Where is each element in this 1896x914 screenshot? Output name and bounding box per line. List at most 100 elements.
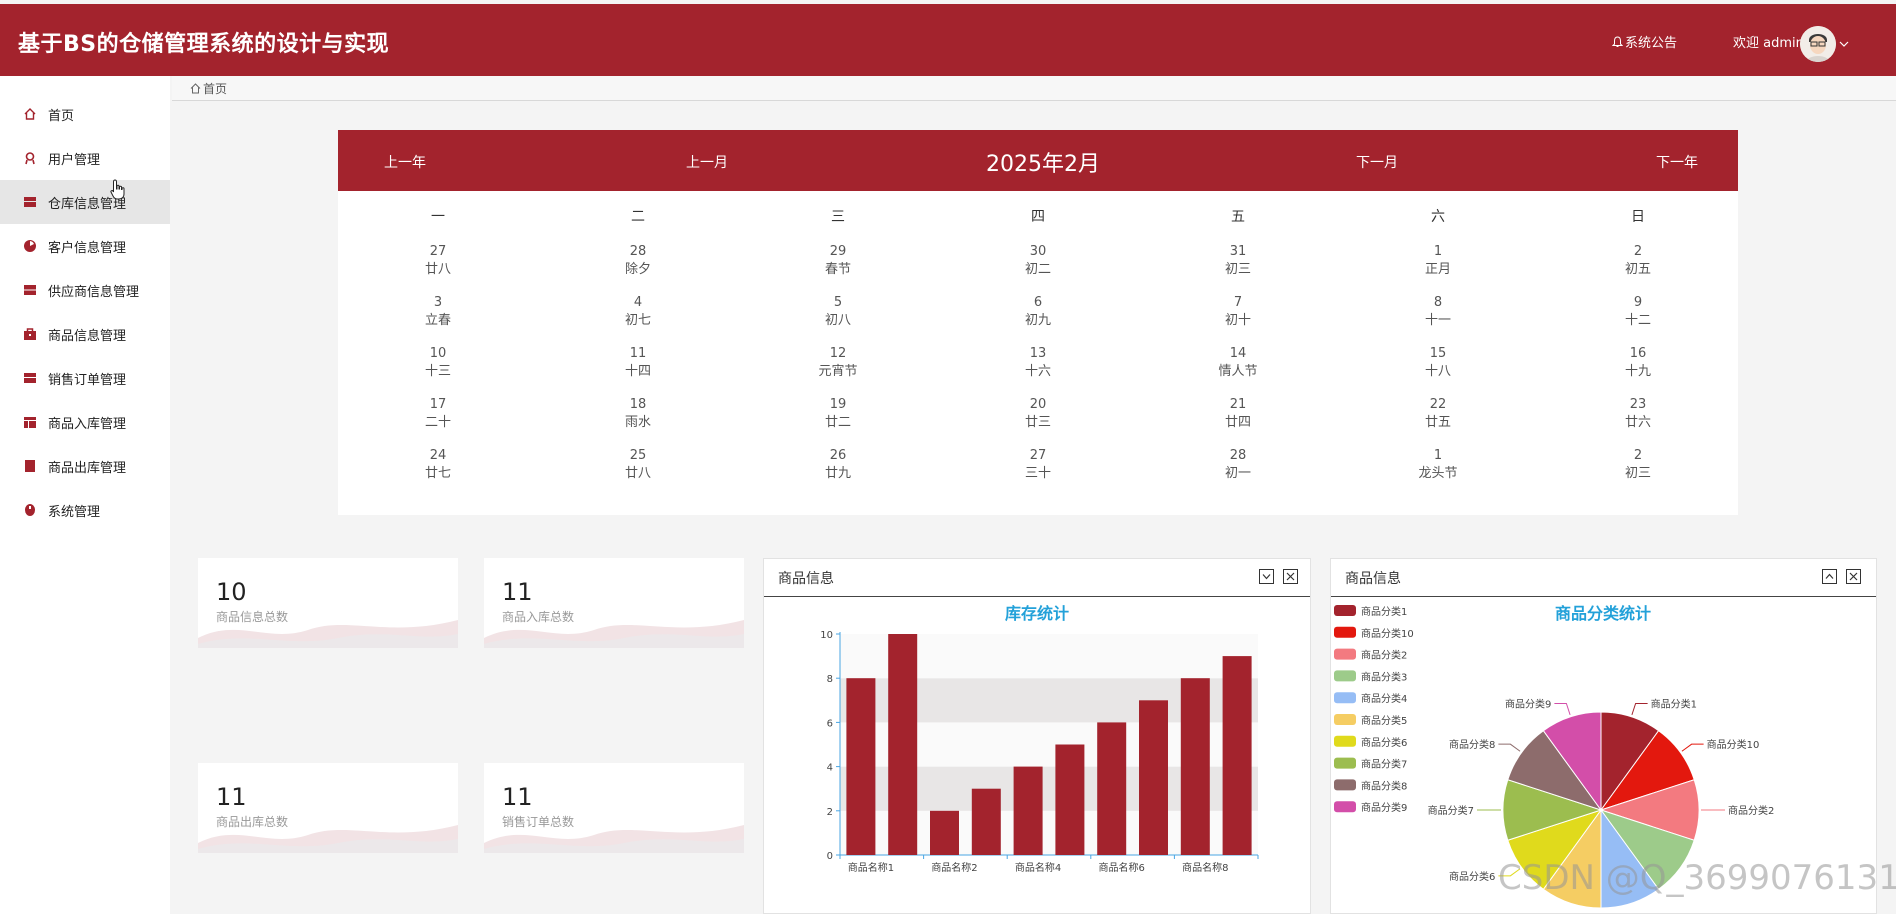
day-number: 13	[1029, 346, 1047, 361]
bar[interactable]	[1222, 656, 1252, 855]
calendar-day[interactable]: 16 十九	[1538, 345, 1738, 396]
legend-label[interactable]: 商品分类1	[1361, 605, 1407, 618]
expand-button[interactable]	[1822, 569, 1837, 584]
calendar-day[interactable]: 2 初五	[1538, 243, 1738, 294]
calendar-day[interactable]: 10 十三	[338, 345, 538, 396]
legend-swatch[interactable]	[1334, 648, 1356, 660]
y-tick-label: 2	[827, 807, 833, 818]
calendar-day[interactable]: 2 初三	[1538, 447, 1738, 498]
sidebar-item-outbound[interactable]: 商品出库管理	[0, 444, 170, 488]
calendar-day[interactable]: 30 初二	[938, 243, 1138, 294]
calendar-day[interactable]: 29 春节	[738, 243, 938, 294]
calendar-day[interactable]: 31 初三	[1138, 243, 1338, 294]
calendar-day[interactable]: 9 十二	[1538, 294, 1738, 345]
order-icon	[22, 370, 38, 386]
system-notice-link[interactable]: 系统公告	[1612, 32, 1677, 51]
calendar-day[interactable]: 11 十四	[538, 345, 738, 396]
calendar-day[interactable]: 20 廿三	[938, 396, 1138, 447]
calendar-day[interactable]: 3 立春	[338, 294, 538, 345]
lunar-date: 初三	[1624, 466, 1651, 481]
bar[interactable]	[1097, 722, 1127, 855]
calendar-day[interactable]: 19 廿二	[738, 396, 938, 447]
legend-label[interactable]: 商品分类5	[1361, 714, 1407, 727]
calendar-day[interactable]: 24 廿七	[338, 447, 538, 498]
welcome-text: 欢迎 admin	[1733, 36, 1804, 51]
calendar-day[interactable]: 14 情人节	[1138, 345, 1338, 396]
sidebar-item-sales-orders[interactable]: 销售订单管理	[0, 356, 170, 400]
calendar-title: 2025年2月	[986, 152, 1100, 177]
stat-label: 销售订单总数	[502, 815, 575, 829]
legend-label[interactable]: 商品分类4	[1361, 692, 1407, 705]
legend-label[interactable]: 商品分类10	[1361, 627, 1414, 640]
calendar-day[interactable]: 28 除夕	[538, 243, 738, 294]
bar[interactable]	[888, 634, 918, 855]
calendar-day[interactable]: 21 廿四	[1138, 396, 1338, 447]
bar[interactable]	[1013, 766, 1043, 855]
calendar-day[interactable]: 22 廿五	[1338, 396, 1538, 447]
calendar-day[interactable]: 5 初八	[738, 294, 938, 345]
legend-label[interactable]: 商品分类3	[1361, 670, 1407, 683]
calendar-day[interactable]: 26 廿九	[738, 447, 938, 498]
bar[interactable]	[971, 788, 1001, 855]
calendar-day[interactable]: 6 初九	[938, 294, 1138, 345]
sidebar-item-customers[interactable]: 客户信息管理	[0, 224, 170, 268]
stat-value: 10	[216, 578, 247, 606]
sidebar-item-products[interactable]: 商品信息管理	[0, 312, 170, 356]
bar[interactable]	[1055, 744, 1085, 856]
calendar-day[interactable]: 1 龙头节	[1338, 447, 1538, 498]
calendar-day[interactable]: 27 廿八	[338, 243, 538, 294]
legend-swatch[interactable]	[1334, 735, 1356, 747]
legend-label[interactable]: 商品分类7	[1361, 758, 1407, 771]
legend-swatch[interactable]	[1334, 714, 1356, 725]
legend-swatch[interactable]	[1334, 692, 1356, 704]
stat-label: 商品出库总数	[216, 815, 289, 829]
legend-swatch[interactable]	[1334, 801, 1356, 813]
calendar-day[interactable]: 7 初十	[1138, 294, 1338, 345]
legend-label[interactable]: 商品分类9	[1361, 801, 1407, 814]
prev-year-button[interactable]: 上一年	[384, 152, 426, 172]
sidebar-item-label: 系统管理	[48, 504, 101, 520]
app-title: 基于BS的仓储管理系统的设计与实现	[18, 32, 390, 57]
calendar-day[interactable]: 8 十一	[1338, 294, 1538, 345]
legend-swatch[interactable]	[1334, 757, 1356, 769]
chevron-down-icon[interactable]	[1839, 37, 1849, 51]
bar[interactable]	[1180, 678, 1210, 855]
sidebar-item-suppliers[interactable]: 供应商信息管理	[0, 268, 170, 312]
calendar-day[interactable]: 15 十八	[1338, 345, 1538, 396]
legend-swatch[interactable]	[1334, 626, 1356, 638]
next-month-button[interactable]: 下一月	[1356, 152, 1398, 172]
breadcrumb-home[interactable]: 首页	[203, 80, 227, 97]
sidebar-item-users[interactable]: 用户管理	[0, 136, 170, 180]
sidebar-item-warehouse[interactable]: 仓库信息管理	[0, 180, 170, 224]
legend-label[interactable]: 商品分类6	[1361, 736, 1407, 749]
sidebar-item-inbound[interactable]: 商品入库管理	[0, 400, 170, 444]
prev-month-button[interactable]: 上一月	[686, 152, 728, 172]
sidebar-item-home[interactable]: 首页	[0, 92, 170, 136]
calendar-day[interactable]: 12 元宵节	[738, 345, 938, 396]
calendar-day[interactable]: 4 初七	[538, 294, 738, 345]
legend-label[interactable]: 商品分类8	[1361, 779, 1407, 792]
legend-label[interactable]: 商品分类2	[1361, 649, 1407, 662]
calendar-day[interactable]: 13 十六	[938, 345, 1138, 396]
calendar-day[interactable]: 17 二十	[338, 396, 538, 447]
calendar-day[interactable]: 25 廿八	[538, 447, 738, 498]
bar[interactable]	[1139, 700, 1168, 855]
close-button[interactable]	[1283, 569, 1298, 584]
bar[interactable]	[846, 678, 876, 855]
y-tick-label: 0	[827, 851, 833, 862]
calendar-day[interactable]: 18 雨水	[538, 396, 738, 447]
sidebar-item-system[interactable]: 系统管理	[0, 488, 170, 532]
legend-swatch[interactable]	[1334, 605, 1356, 616]
calendar-day[interactable]: 1 正月	[1338, 243, 1538, 294]
calendar-day[interactable]: 27 三十	[938, 447, 1138, 498]
calendar-day[interactable]: 28 初一	[1138, 447, 1338, 498]
avatar[interactable]	[1800, 26, 1836, 62]
bar[interactable]	[930, 810, 959, 855]
calendar-day[interactable]: 23 廿六	[1538, 396, 1738, 447]
legend-swatch[interactable]	[1334, 670, 1356, 682]
next-year-button[interactable]: 下一年	[1656, 152, 1698, 172]
system-notice-label: 系统公告	[1625, 36, 1678, 51]
legend-swatch[interactable]	[1334, 779, 1356, 791]
collapse-button[interactable]	[1259, 569, 1274, 584]
close-button[interactable]	[1846, 569, 1861, 584]
